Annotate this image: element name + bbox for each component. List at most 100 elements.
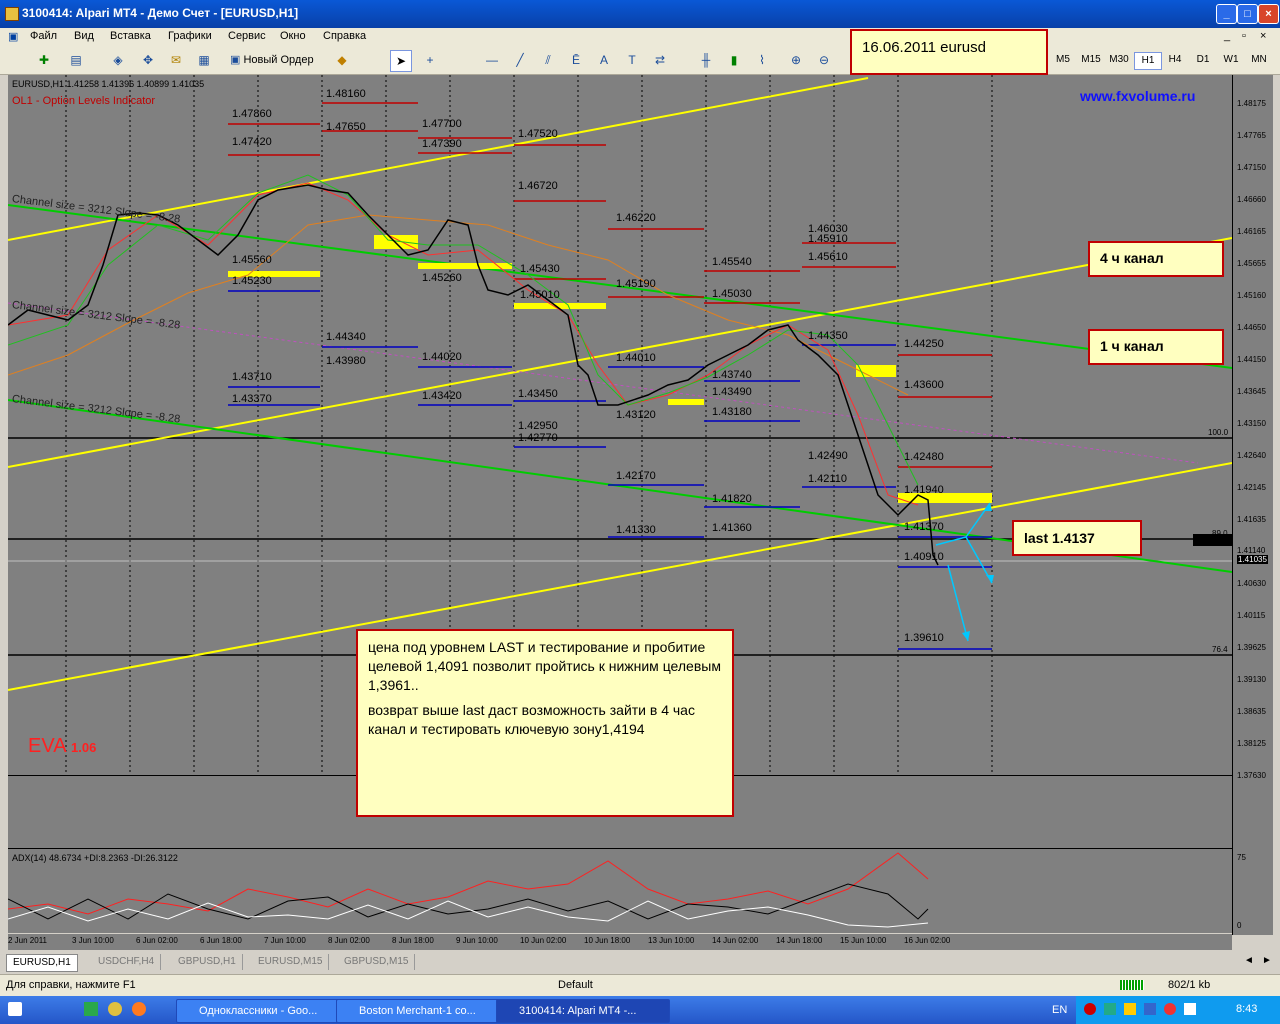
level-label: 1.42170 xyxy=(616,470,656,482)
line-chart-icon[interactable]: ⌇ xyxy=(752,50,772,70)
expert-advisors-icon[interactable]: ◆ xyxy=(332,50,352,70)
adx-panel[interactable]: ADX(14) 48.6734 +DI:8.2363 -DI:26.3122 xyxy=(8,848,1232,933)
new-chart-icon[interactable]: ✚ xyxy=(34,50,54,70)
tab-eurusd-m15[interactable]: EURUSD,M15 xyxy=(252,954,330,970)
horizontal-line-icon[interactable]: — xyxy=(482,50,502,70)
price-tick: 1.40630 xyxy=(1237,579,1266,588)
tf-d1[interactable]: D1 xyxy=(1190,52,1216,68)
adx-scale-0: 0 xyxy=(1237,921,1242,930)
window-title: 3100414: Alpari MT4 - Демо Счет - [EURUS… xyxy=(22,6,299,20)
child-close-button[interactable]: × xyxy=(1260,30,1266,42)
tf-m5[interactable]: M5 xyxy=(1050,52,1076,68)
level-label: 1.44350 xyxy=(808,330,848,342)
level-label: 1.42110 xyxy=(808,473,847,485)
quicklaunch-browser-icon[interactable] xyxy=(108,1002,122,1016)
fib-label: 100.0 xyxy=(1208,428,1229,437)
date-tick: 14 Jun 18:00 xyxy=(776,936,823,945)
level-label: 1.44020 xyxy=(422,351,462,363)
child-window-icon[interactable]: ▣ xyxy=(8,30,18,43)
channel-4h-note: 4 ч канал xyxy=(1088,241,1224,277)
date-tick: 2 Jun 2011 xyxy=(8,936,47,945)
tf-mn[interactable]: MN xyxy=(1246,52,1272,68)
trendline-icon[interactable]: ╱ xyxy=(510,50,530,70)
profiles-icon[interactable]: ▤ xyxy=(66,50,86,70)
terminal-icon[interactable]: ✉ xyxy=(166,50,186,70)
level-label: 1.42770 xyxy=(518,432,558,444)
menu-view[interactable]: Вид xyxy=(74,30,94,42)
tf-m30[interactable]: M30 xyxy=(1106,52,1132,68)
tabs-scroll-right-icon[interactable]: ► xyxy=(1262,955,1272,966)
level-label: 1.41370 xyxy=(904,521,944,533)
new-order-button[interactable]: ▣ Новый Ордер xyxy=(230,50,330,70)
tray-icon[interactable] xyxy=(1104,1003,1116,1015)
navigator-icon[interactable]: ✥ xyxy=(138,50,158,70)
level-label: 1.45560 xyxy=(232,254,272,266)
current-price-tag: 1.41035 xyxy=(1237,555,1268,564)
tf-h1[interactable]: H1 xyxy=(1134,52,1162,70)
tab-usdchf-h4[interactable]: USDCHF,H4 xyxy=(92,954,162,970)
menu-insert[interactable]: Вставка xyxy=(110,30,151,42)
level-label: 1.41360 xyxy=(712,522,752,534)
quicklaunch-desktop-icon[interactable] xyxy=(8,1002,22,1016)
tray-icon[interactable] xyxy=(1144,1003,1156,1015)
fibonacci-icon[interactable]: Ē xyxy=(566,50,586,70)
level-label: 1.47860 xyxy=(232,108,272,120)
candle-chart-icon[interactable]: ▮ xyxy=(724,50,744,70)
close-button[interactable]: × xyxy=(1258,4,1279,24)
level-label: 1.45030 xyxy=(712,288,752,300)
zoom-out-icon[interactable]: ⊖ xyxy=(814,50,834,70)
language-indicator[interactable]: EN xyxy=(1052,1004,1067,1016)
price-tick: 1.42145 xyxy=(1237,483,1266,492)
menu-charts[interactable]: Графики xyxy=(168,30,212,42)
menu-window[interactable]: Окно xyxy=(280,30,306,42)
date-tick: 13 Jun 10:00 xyxy=(648,936,695,945)
level-label: 1.43370 xyxy=(232,393,272,405)
menu-tools[interactable]: Сервис xyxy=(228,30,266,42)
taskbar-item-odnoklassniki[interactable]: Одноклассники - Goo... xyxy=(176,999,350,1023)
last-note: last 1.4137 xyxy=(1012,520,1142,556)
tab-gbpusd-h1[interactable]: GBPUSD,H1 xyxy=(172,954,243,970)
crosshair-icon[interactable]: + xyxy=(420,50,440,70)
level-label: 1.43180 xyxy=(712,406,752,418)
tray-icon[interactable] xyxy=(1184,1003,1196,1015)
price-tick: 1.43150 xyxy=(1237,419,1266,428)
indicator-name: OL1 - Option Levels Indicator xyxy=(12,95,156,107)
arrows-icon[interactable]: ⇄ xyxy=(650,50,670,70)
tf-m15[interactable]: M15 xyxy=(1078,52,1104,68)
level-label: 1.41940 xyxy=(904,484,944,496)
date-tick: 7 Jun 10:00 xyxy=(264,936,306,945)
level-label: 1.43600 xyxy=(904,379,944,391)
level-label: 1.45230 xyxy=(232,275,272,287)
tab-gbpusd-m15[interactable]: GBPUSD,M15 xyxy=(338,954,416,970)
taskbar-item-mt4[interactable]: 3100414: Alpari MT4 -... xyxy=(496,999,670,1023)
tab-eurusd-h1[interactable]: EURUSD,H1 xyxy=(6,954,78,972)
label-tool[interactable]: T xyxy=(622,50,642,70)
quicklaunch-firefox-icon[interactable] xyxy=(132,1002,146,1016)
maximize-button[interactable]: □ xyxy=(1237,4,1258,24)
market-watch-icon[interactable]: ◈ xyxy=(108,50,128,70)
channel-icon[interactable]: ⫽ xyxy=(538,50,558,70)
tray-icon[interactable] xyxy=(1164,1003,1176,1015)
text-tool[interactable]: A xyxy=(594,50,614,70)
menu-file[interactable]: Файл xyxy=(30,30,57,42)
tf-w1[interactable]: W1 xyxy=(1218,52,1244,68)
tester-icon[interactable]: ▦ xyxy=(194,50,214,70)
child-restore-button[interactable]: ▫ xyxy=(1242,30,1246,42)
child-minimize-button[interactable]: _ xyxy=(1224,30,1230,42)
level-label: 1.45540 xyxy=(712,256,752,268)
level-label: 1.44340 xyxy=(326,331,366,343)
date-tick: 10 Jun 02:00 xyxy=(520,936,567,945)
minimize-button[interactable]: _ xyxy=(1216,4,1237,24)
taskbar-item-boston-merchant[interactable]: Boston Merchant-1 co... xyxy=(336,999,510,1023)
quicklaunch-app-icon[interactable] xyxy=(84,1002,98,1016)
menu-help[interactable]: Справка xyxy=(323,30,366,42)
tray-icon[interactable] xyxy=(1084,1003,1096,1015)
cursor-icon[interactable]: ➤ xyxy=(390,50,412,72)
tray-icon[interactable] xyxy=(1124,1003,1136,1015)
bar-chart-icon[interactable]: ╫ xyxy=(696,50,716,70)
adx-scale-75: 75 xyxy=(1237,853,1246,862)
tf-h4[interactable]: H4 xyxy=(1162,52,1188,68)
price-tick: 1.39130 xyxy=(1237,675,1266,684)
zoom-in-icon[interactable]: ⊕ xyxy=(786,50,806,70)
tabs-scroll-left-icon[interactable]: ◄ xyxy=(1244,955,1254,966)
